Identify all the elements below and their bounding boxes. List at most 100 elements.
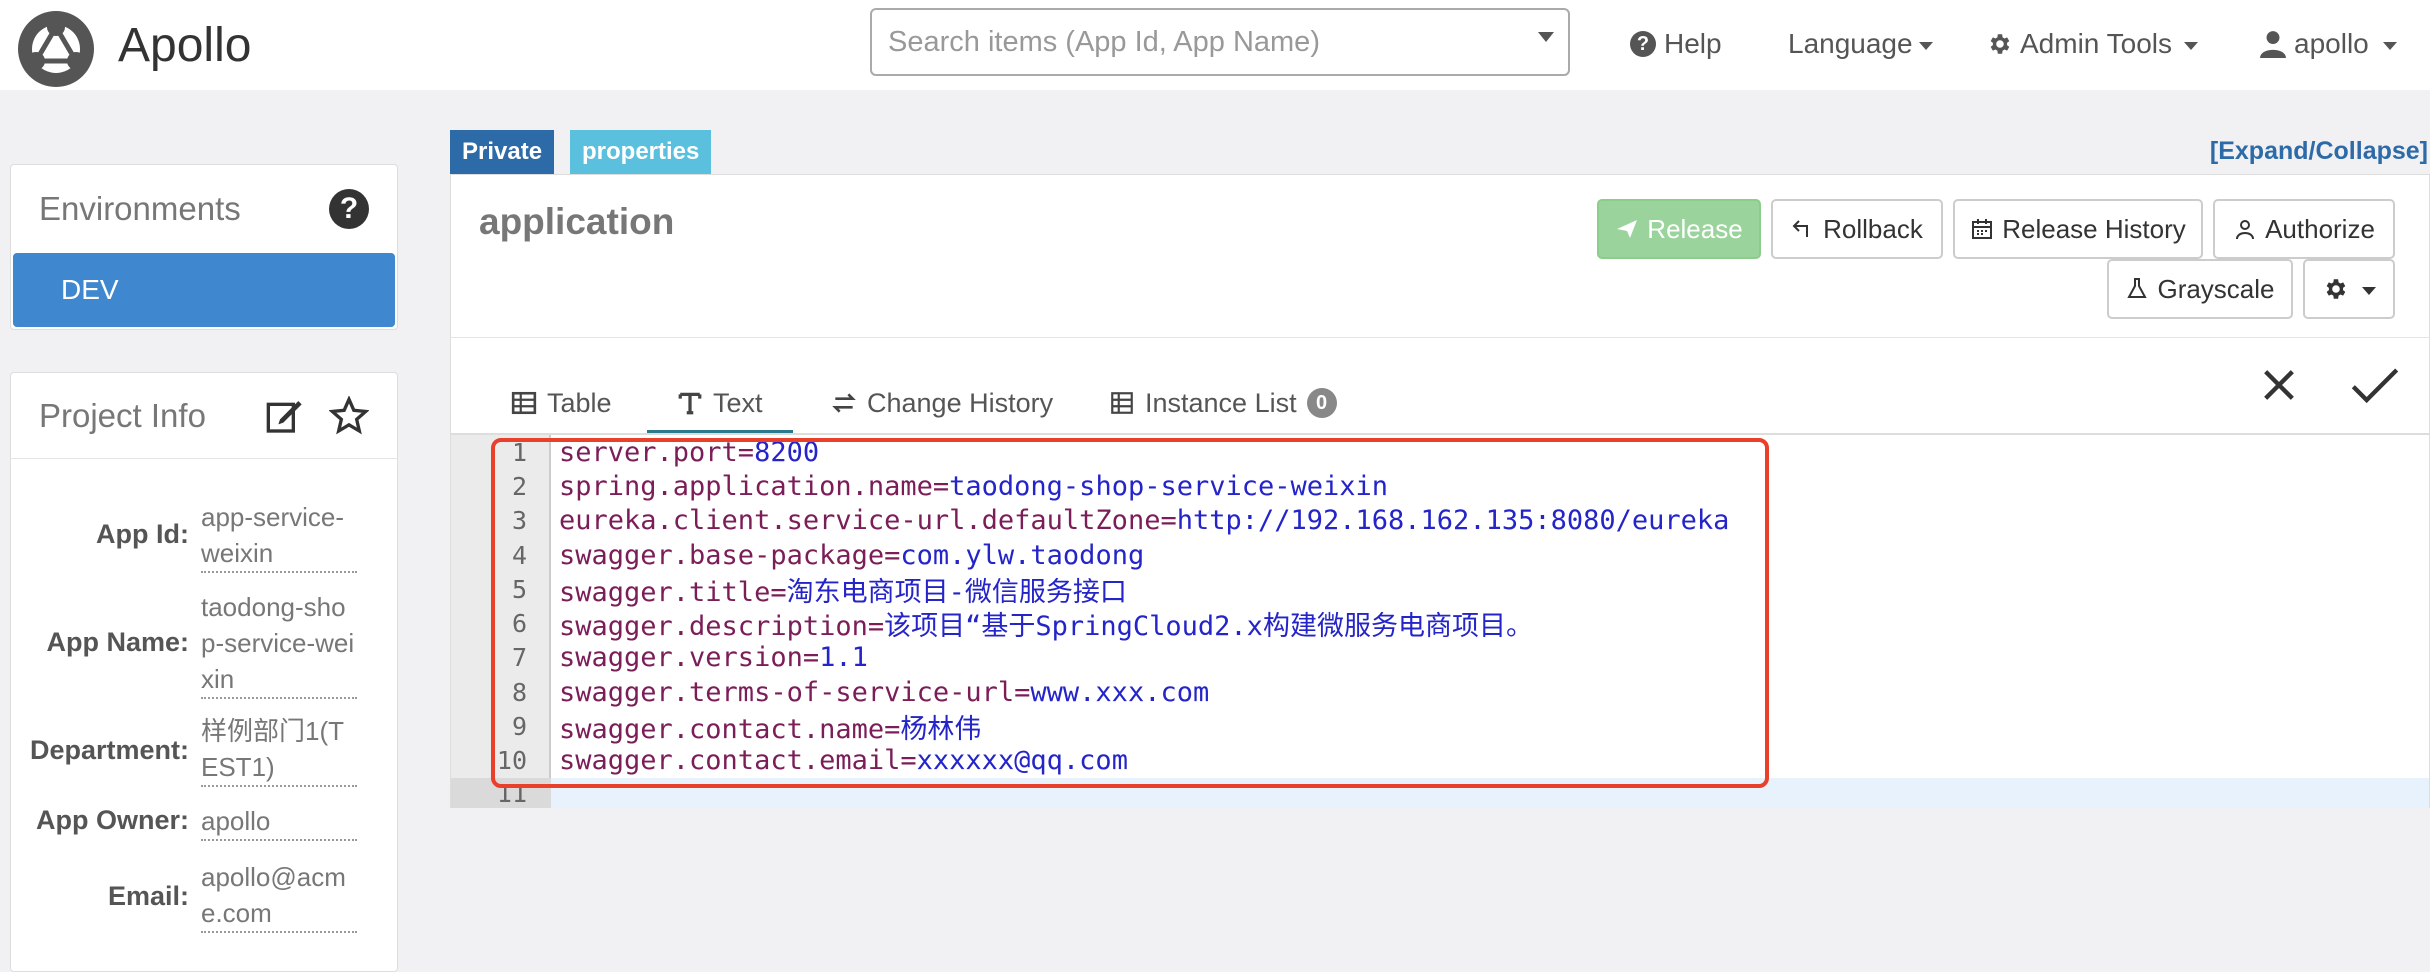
tab-table[interactable]: Table [511, 371, 612, 435]
text-editor[interactable]: 1 server.port=8200 2 spring.application.… [451, 435, 2429, 808]
info-label: App Name: [46, 627, 189, 657]
info-value: apollo [201, 803, 357, 841]
info-value: apollo@acme.com [201, 859, 357, 933]
search-input[interactable] [872, 10, 1568, 74]
language-menu[interactable]: Language [1788, 24, 1933, 64]
line-number: 4 [511, 540, 527, 570]
help-link[interactable]: ? Help [1630, 24, 1722, 64]
config-value: 8200 [754, 436, 820, 468]
search-box[interactable] [870, 8, 1570, 76]
editor-line[interactable]: 5 swagger.title=淘东电商项目-微信服务接口 [451, 572, 2429, 608]
help-label: Help [1664, 28, 1722, 59]
environments-header: Environments ? [11, 165, 397, 253]
environments-panel: Environments ? DEV [10, 164, 398, 330]
star-icon[interactable] [329, 395, 369, 436]
grayscale-label: Grayscale [2157, 273, 2275, 304]
rollback-button[interactable]: Rollback [1771, 199, 1943, 259]
chevron-down-icon[interactable] [1538, 32, 1554, 42]
user-icon [2260, 31, 2286, 58]
admin-tools-label: Admin Tools [2020, 28, 2173, 59]
flask-icon [2127, 278, 2148, 298]
language-label: Language [1788, 28, 1913, 59]
editor-line[interactable]: 1 server.port=8200 [451, 435, 2429, 469]
list-icon [1111, 392, 1133, 414]
tab-instance-list[interactable]: Instance List 0 [1109, 371, 1337, 435]
config-key: swagger.base-package= [559, 539, 901, 571]
table-icon [511, 391, 537, 415]
project-info-title: Project Info [39, 396, 206, 434]
expand-collapse-link[interactable]: [Expand/Collapse] [2210, 137, 2428, 166]
rollback-label: Rollback [1823, 213, 1923, 244]
undo-icon [1792, 220, 1809, 237]
settings-dropdown-button[interactable] [2303, 259, 2395, 319]
release-history-button[interactable]: Release History [1953, 199, 2203, 259]
project-info-header: Project Info [11, 373, 397, 459]
editor-line-current[interactable]: 11 [451, 778, 2429, 808]
text-icon [678, 392, 702, 415]
info-label: Email: [107, 881, 189, 911]
editor-line[interactable]: 3 eureka.client.service-url.defaultZone=… [451, 504, 2429, 538]
line-number: 9 [511, 712, 527, 742]
editor-line[interactable]: 6 swagger.description=该项目“基于SpringCloud2… [451, 607, 2429, 643]
editor-line[interactable]: 2 spring.application.name=taodong-shop-s… [451, 469, 2429, 503]
release-label: Release [1647, 213, 1743, 244]
line-number: 6 [511, 609, 527, 639]
environments-title: Environments [39, 190, 241, 227]
namespace-title: application [479, 201, 675, 242]
info-value: 样例部门1(TEST1) [201, 713, 357, 787]
question-circle-icon[interactable]: ? [329, 189, 369, 229]
divider [451, 337, 2429, 338]
config-value: 该项目“基于SpringCloud2.x构建微服务电商项目。 [884, 611, 1533, 643]
config-key: swagger.contact.name= [559, 714, 901, 746]
gear-icon [1990, 34, 2010, 54]
info-row-app-owner: App Owner: apollo [11, 803, 399, 841]
config-key: swagger.description= [559, 611, 885, 643]
config-value: 杨林伟 [900, 714, 982, 746]
instance-count-badge: 0 [1306, 388, 1337, 418]
authorize-button[interactable]: Authorize [2213, 199, 2395, 259]
tab-label: Text [713, 387, 763, 418]
tab-text[interactable]: Text [677, 371, 763, 435]
env-item-dev[interactable]: DEV [13, 253, 395, 327]
line-number: 3 [511, 506, 527, 536]
release-button[interactable]: Release [1597, 199, 1761, 259]
user-label: apollo [2294, 28, 2369, 59]
question-circle-icon: ? [1630, 31, 1656, 57]
logo-text: Apollo [118, 18, 252, 72]
apollo-logo[interactable]: Apollo [6, 0, 286, 90]
info-row-department: Department: 样例部门1(TEST1) [11, 713, 399, 787]
line-number: 2 [511, 471, 527, 501]
editor-line[interactable]: 8 swagger.terms-of-service-url=www.xxx.c… [451, 675, 2429, 709]
info-label: App Owner: [36, 805, 189, 835]
line-number: 8 [511, 677, 527, 707]
top-navbar: Apollo ? Help Language Admin Tools apoll… [0, 0, 2430, 90]
editor-line[interactable]: 10 swagger.contact.email=xxxxxx@qq.com [451, 744, 2429, 778]
admin-tools-menu[interactable]: Admin Tools [1986, 24, 2199, 64]
editor-line[interactable]: 9 swagger.contact.name=杨林伟 [451, 709, 2429, 746]
tab-label: Table [547, 387, 612, 418]
authorize-label: Authorize [2265, 213, 2375, 244]
user-menu[interactable]: apollo [2260, 24, 2397, 64]
info-row-app-id: App Id: app-service-weixin [11, 499, 399, 573]
info-label: App Id: [96, 519, 189, 549]
tab-label: Instance List [1145, 387, 1297, 418]
editor-line[interactable]: 7 swagger.version=1.1 [451, 641, 2429, 675]
tab-change-history[interactable]: Change History [831, 371, 1053, 435]
calendar-icon [1972, 219, 1993, 239]
line-number: 7 [511, 643, 527, 673]
namespace-panel: application Release Rollback Release His… [450, 174, 2430, 808]
config-key: swagger.terms-of-service-url= [559, 676, 1031, 708]
info-value: app-service-weixin [201, 499, 357, 573]
config-value: 1.1 [819, 642, 868, 674]
project-info-panel: Project Info App Id: app-service-weixin … [10, 372, 398, 972]
grayscale-button[interactable]: Grayscale [2107, 259, 2293, 319]
config-value: www.xxx.com [1030, 676, 1210, 708]
editor-line[interactable]: 4 swagger.base-package=com.ylw.taodong [451, 538, 2429, 572]
transfer-icon [832, 393, 856, 413]
chevron-down-icon [2362, 287, 2376, 295]
user-icon [2236, 220, 2255, 240]
edit-icon[interactable] [265, 396, 305, 436]
close-icon[interactable] [2259, 365, 2299, 405]
chevron-down-icon [2184, 42, 2199, 50]
check-icon[interactable] [2349, 365, 2401, 405]
